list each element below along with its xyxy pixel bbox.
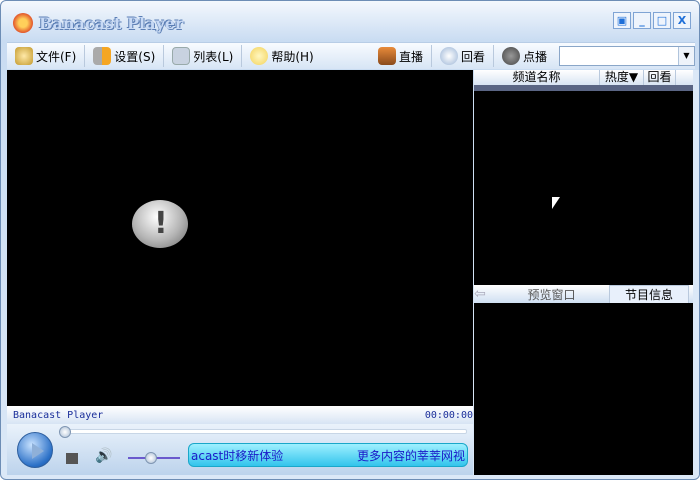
time-display: 00:00:00: [424, 409, 473, 421]
chevron-down-icon[interactable]: ▼: [678, 47, 694, 65]
ticker-text-left: acast时移新体验: [191, 448, 284, 463]
volume-handle[interactable]: [145, 452, 158, 464]
player-window: Banacast Player ▣ _ □ X 文件(F) 设置(S) 列表(L…: [0, 0, 700, 480]
play-button[interactable]: [17, 432, 53, 468]
back-arrow-icon[interactable]: ⇦: [474, 286, 494, 302]
menu-list[interactable]: 列表(L): [164, 45, 243, 67]
ticker-text-right: 更多内容的莘莘网视: [356, 448, 465, 463]
title-bar: Banacast Player: [13, 11, 183, 35]
channel-list[interactable]: [474, 91, 693, 284]
news-ticker[interactable]: acast时移新体验 更多内容的莘莘网视: [188, 443, 468, 467]
side-panel: 频道名称 热度▼ 回看 ⇦ 预览窗口 节目信息: [474, 70, 693, 475]
close-button[interactable]: X: [673, 12, 691, 29]
play-icon: [32, 443, 44, 459]
tab-preview[interactable]: 预览窗口: [494, 286, 609, 303]
tab-program-info[interactable]: 节目信息: [609, 284, 689, 304]
tv-icon: [377, 47, 396, 65]
wrench-icon: [93, 47, 112, 65]
stop-button[interactable]: [66, 453, 78, 464]
scrollbar[interactable]: [693, 70, 699, 475]
status-title: Banacast Player: [13, 409, 104, 421]
minimize-button[interactable]: _: [633, 12, 651, 29]
status-bar: Banacast Player 00:00:00: [7, 406, 473, 424]
column-channel-name[interactable]: 频道名称: [474, 70, 600, 85]
channel-list-header: 频道名称 热度▼ 回看: [474, 70, 693, 85]
file-icon: [15, 47, 33, 65]
preview-window: [474, 303, 693, 475]
column-replay[interactable]: 回看: [644, 70, 676, 85]
vod-button[interactable]: 点播: [494, 45, 555, 67]
mini-mode-button[interactable]: ▣: [613, 12, 631, 29]
maximize-button[interactable]: □: [653, 12, 671, 29]
replay-button[interactable]: 回看: [432, 45, 494, 67]
control-bar: 🔊 acast时移新体验 更多内容的莘莘网视: [7, 424, 473, 475]
volume-icon[interactable]: 🔊: [95, 448, 112, 464]
info-bubble-icon: !: [132, 200, 188, 248]
window-title: Banacast Player: [39, 13, 184, 33]
vod-dropdown[interactable]: ▼: [559, 46, 695, 66]
seek-bar[interactable]: [64, 429, 467, 434]
mouse-cursor-icon: [552, 197, 560, 209]
menu-bar: 文件(F) 设置(S) 列表(L) 帮助(H) 直播 回看 点播 ▼: [7, 42, 695, 69]
column-popularity[interactable]: 热度▼: [600, 70, 644, 85]
menu-help[interactable]: 帮助(H): [242, 45, 321, 67]
list-icon: [172, 47, 191, 65]
seek-handle[interactable]: [59, 426, 71, 438]
live-button[interactable]: 直播: [370, 45, 432, 67]
video-area[interactable]: !: [7, 70, 473, 406]
film-reel-icon: [501, 47, 520, 65]
satellite-icon: [439, 47, 458, 65]
preview-tabs: ⇦ 预览窗口 节目信息: [474, 284, 693, 304]
lightbulb-icon: [250, 47, 269, 65]
app-logo-icon: [13, 13, 33, 33]
menu-file[interactable]: 文件(F): [7, 45, 86, 67]
menu-settings[interactable]: 设置(S): [85, 45, 165, 67]
